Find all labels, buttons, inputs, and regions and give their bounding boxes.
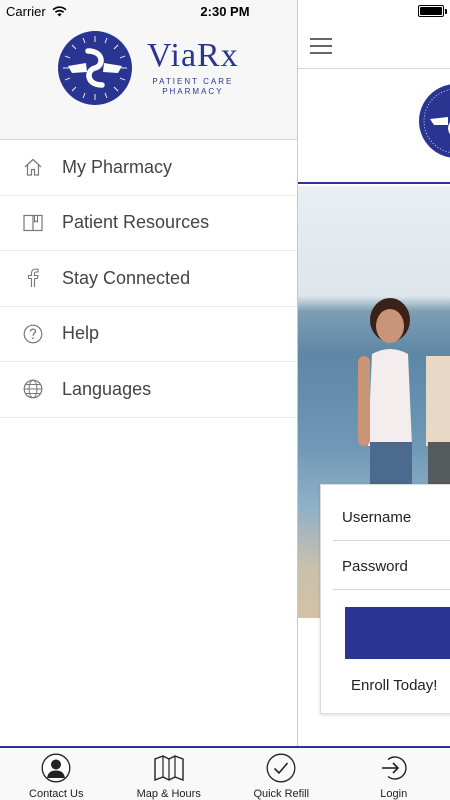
viarx-logo-icon bbox=[58, 31, 132, 105]
menu-item-label: Languages bbox=[62, 378, 152, 399]
facebook-icon bbox=[22, 267, 44, 289]
tab-label: Map & Hours bbox=[136, 788, 201, 800]
login-button[interactable] bbox=[345, 607, 450, 659]
menu-item-label: Stay Connected bbox=[62, 267, 191, 288]
main-content: Username Password Enroll Today! bbox=[298, 0, 450, 746]
home-icon bbox=[22, 156, 44, 178]
map-icon bbox=[153, 752, 185, 784]
menu-item-help[interactable]: Help bbox=[0, 307, 297, 362]
person-photo bbox=[426, 356, 450, 502]
hamburger-menu-icon[interactable] bbox=[310, 38, 332, 54]
tab-login[interactable]: Login bbox=[338, 748, 450, 800]
contact-person-icon bbox=[40, 752, 72, 784]
menu-item-my-pharmacy[interactable]: My Pharmacy bbox=[0, 140, 297, 196]
tab-label: Login bbox=[380, 788, 408, 800]
battery-fill bbox=[420, 7, 442, 15]
brand-subtitle-line1: PATIENT CARE bbox=[152, 77, 234, 86]
globe-icon bbox=[22, 378, 44, 400]
nav-bar bbox=[298, 24, 450, 69]
brand-text: ViaRx PATIENT CARE PHARMACY bbox=[147, 39, 239, 97]
checkmark-circle-icon bbox=[265, 752, 297, 784]
login-card: Username Password Enroll Today! bbox=[320, 484, 450, 714]
menu-item-languages[interactable]: Languages bbox=[0, 362, 297, 418]
status-bar: Carrier 2:30 PM bbox=[0, 0, 450, 24]
bottom-tab-bar: Contact Us Map & Hours Quick Refill Logi… bbox=[0, 746, 450, 800]
tab-map-hours[interactable]: Map & Hours bbox=[113, 748, 226, 800]
header-logo-strip bbox=[298, 69, 450, 184]
brand-name: ViaRx bbox=[147, 37, 239, 74]
tab-label: Quick Refill bbox=[253, 788, 310, 800]
tab-contact-us[interactable]: Contact Us bbox=[0, 748, 113, 800]
menu-item-stay-connected[interactable]: Stay Connected bbox=[0, 251, 297, 307]
brand-subtitle-line2: PHARMACY bbox=[162, 87, 224, 96]
battery-icon bbox=[418, 5, 447, 17]
password-field[interactable]: Password bbox=[333, 542, 450, 590]
status-time: 2:30 PM bbox=[200, 4, 250, 19]
enroll-today-link[interactable]: Enroll Today! bbox=[351, 677, 437, 694]
menu-item-label: My Pharmacy bbox=[62, 156, 173, 177]
question-circle-icon bbox=[22, 323, 44, 345]
menu-item-label: Help bbox=[62, 323, 100, 344]
side-drawer: ViaRx PATIENT CARE PHARMACY My Pharmacy … bbox=[0, 0, 298, 746]
login-icon bbox=[378, 752, 410, 784]
tab-label: Contact Us bbox=[29, 788, 84, 800]
book-icon bbox=[22, 212, 44, 234]
menu-item-patient-resources[interactable]: Patient Resources bbox=[0, 196, 297, 251]
viarx-logo-icon bbox=[419, 84, 450, 158]
brand-logo: ViaRx PATIENT CARE PHARMACY bbox=[57, 30, 239, 106]
drawer-menu: My Pharmacy Patient Resources Stay Conne… bbox=[0, 140, 297, 418]
username-field[interactable]: Username bbox=[333, 493, 450, 541]
menu-item-label: Patient Resources bbox=[62, 212, 210, 233]
tab-quick-refill[interactable]: Quick Refill bbox=[225, 748, 338, 800]
